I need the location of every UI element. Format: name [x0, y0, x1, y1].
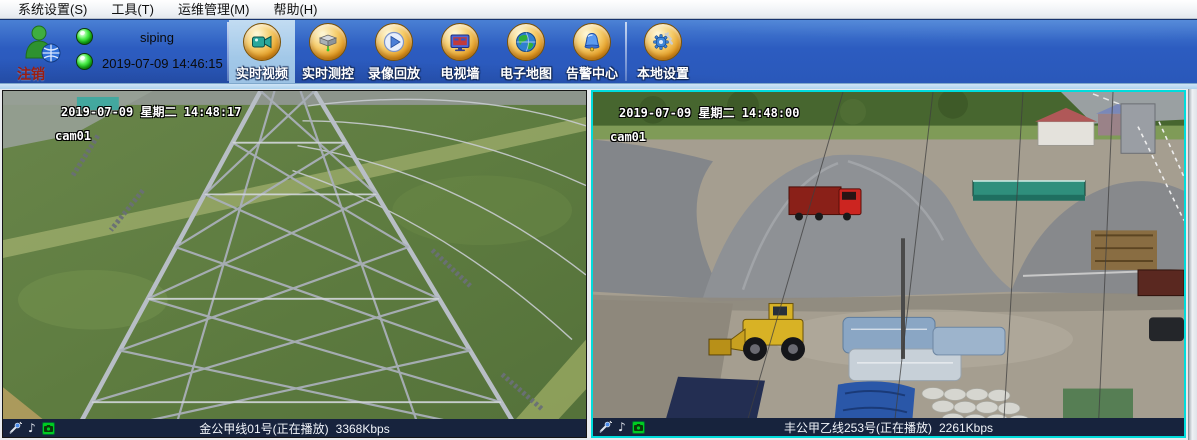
tab-e-map[interactable]: 电子地图 — [493, 20, 559, 83]
microphone-icon[interactable] — [598, 420, 612, 434]
login-datetime-label: 2019-07-09 14:46:15 — [102, 56, 223, 71]
toolbar: 注销 siping 2019-07-09 14:46:15 实时视频 — [0, 19, 1197, 83]
tab-label: 电视墙 — [440, 63, 479, 82]
menu-system-settings[interactable]: 系统设置(S) — [6, 0, 99, 19]
username-label: siping — [140, 30, 174, 45]
tab-label: 电子地图 — [500, 63, 552, 82]
video-title-status: 丰公甲乙线253号(正在播放)2261Kbps — [593, 419, 1184, 436]
microphone-icon[interactable] — [8, 421, 22, 435]
playback-icon — [375, 23, 413, 61]
tab-alarm-center[interactable]: 告警中心 — [559, 20, 625, 83]
status-led-1 — [76, 28, 93, 45]
telemetry-device-icon — [309, 23, 347, 61]
video-camera-icon — [243, 23, 281, 61]
tab-live-video[interactable]: 实时视频 — [229, 20, 295, 83]
menu-help[interactable]: 帮助(H) — [261, 0, 329, 19]
tab-label: 告警中心 — [566, 63, 618, 82]
menu-tools[interactable]: 工具(T) — [99, 0, 166, 19]
logout-user-icon[interactable] — [22, 24, 62, 64]
main-tabs: 实时视频 实时测控 录像回放 — [229, 20, 625, 83]
camera-name-overlay: cam01 — [55, 129, 91, 143]
tab-local-settings[interactable]: 本地设置 — [627, 20, 699, 83]
tab-tv-wall[interactable]: 电视墙 — [427, 20, 493, 83]
alarm-bell-icon — [573, 23, 611, 61]
tab-label: 本地设置 — [637, 63, 689, 82]
menu-ops-management[interactable]: 运维管理(M) — [166, 0, 262, 19]
video-status-bar: ♪ 丰公甲乙线253号(正在播放)2261Kbps — [593, 418, 1184, 436]
record-camera-icon[interactable] — [42, 422, 55, 435]
tab-label: 实时视频 — [236, 63, 288, 82]
logout-button[interactable]: 注销 — [17, 64, 45, 84]
tab-label: 实时测控 — [302, 63, 354, 82]
video-cell-left[interactable]: 2019-07-09 星期二 14:48:17 cam01 ♪ 金公甲线01号(… — [2, 90, 587, 438]
settings-gear-icon — [644, 23, 682, 61]
globe-map-icon — [507, 23, 545, 61]
tab-realtime-telemetry[interactable]: 实时测控 — [295, 20, 361, 83]
camera-name-overlay: cam01 — [610, 130, 646, 144]
menu-bar: 系统设置(S) 工具(T) 运维管理(M) 帮助(H) — [0, 0, 1197, 19]
right-panel-edge-scrollbar[interactable] — [1188, 89, 1197, 440]
timestamp-overlay: 2019-07-09 星期二 14:48:17 — [61, 103, 242, 120]
settings-tab-group: 本地设置 — [627, 20, 699, 83]
status-led-2 — [76, 53, 93, 70]
tab-label: 录像回放 — [368, 63, 420, 82]
timestamp-overlay: 2019-07-09 星期二 14:48:00 — [619, 104, 800, 121]
right-video-scene — [593, 92, 1184, 436]
video-status-bar: ♪ 金公甲线01号(正在播放)3368Kbps — [3, 419, 586, 437]
audio-note-icon[interactable]: ♪ — [618, 421, 626, 434]
user-session-panel: 注销 siping 2019-07-09 14:46:15 — [0, 20, 227, 83]
audio-note-icon[interactable]: ♪ — [28, 422, 36, 435]
record-camera-icon[interactable] — [632, 421, 645, 434]
tv-wall-icon — [441, 23, 479, 61]
video-cell-right[interactable]: 2019-07-09 星期二 14:48:00 cam01 ♪ 丰公甲乙线253… — [591, 90, 1186, 438]
video-grid: 2019-07-09 星期二 14:48:17 cam01 ♪ 金公甲线01号(… — [0, 89, 1197, 440]
tab-playback[interactable]: 录像回放 — [361, 20, 427, 83]
video-title-status: 金公甲线01号(正在播放)3368Kbps — [3, 420, 586, 437]
